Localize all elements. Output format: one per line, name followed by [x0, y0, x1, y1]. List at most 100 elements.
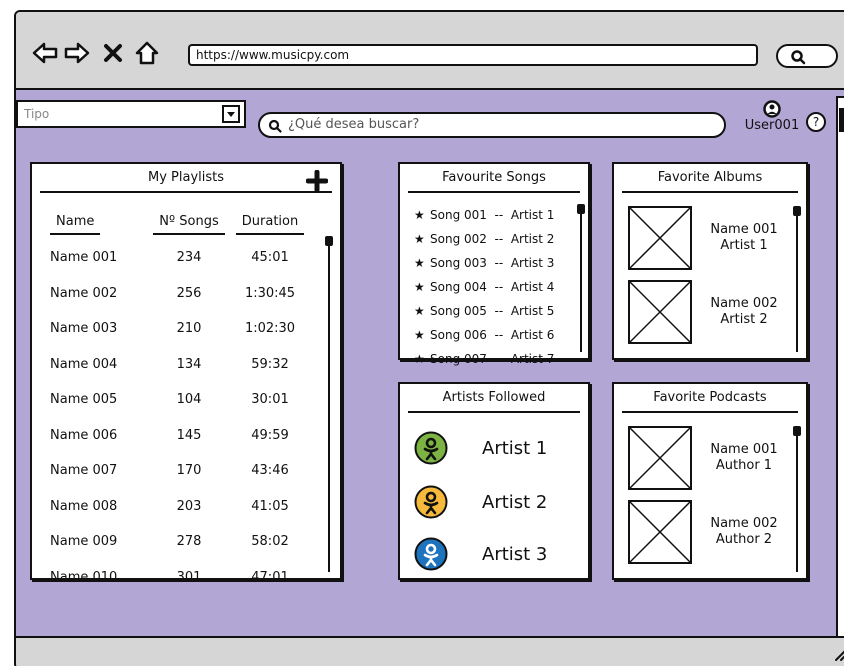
album-info[interactable]: Name 001 Artist 1	[700, 222, 788, 254]
playlist-duration: 30:01	[251, 392, 289, 408]
playlists-scrollbar-thumb[interactable]	[325, 236, 333, 246]
playlist-song-count: 203	[176, 498, 202, 514]
artists-followed-title: Artists Followed	[408, 390, 580, 413]
user-account[interactable]: User001	[742, 100, 802, 133]
playlist-song-count: 256	[176, 285, 202, 301]
help-icon[interactable]: ?	[806, 112, 826, 132]
star-icon: ★	[414, 232, 425, 246]
list-item[interactable]: Artist 2	[414, 482, 584, 522]
favourite-songs-panel: Favourite Songs ★ Song 001 -- Artist 1 ★ S…	[398, 162, 590, 366]
browser-search-button[interactable]	[776, 44, 838, 68]
list-item[interactable]: ★ Song 003 -- Artist 3	[414, 252, 582, 276]
star-icon: ★	[414, 328, 425, 342]
albums-scrollbar[interactable]	[793, 206, 801, 352]
resize-handle-icon[interactable]	[832, 646, 844, 662]
page-scrollbar-thumb[interactable]	[839, 108, 844, 132]
song-label: Song 006 -- Artist 6	[430, 328, 555, 342]
list-item[interactable]: Artist 3	[414, 534, 584, 574]
table-row[interactable]: Name 006 145 49:59	[50, 418, 312, 454]
playlist-song-count: 170	[176, 463, 202, 479]
back-arrow-icon[interactable]	[32, 40, 58, 66]
album-name: Name 001	[710, 222, 778, 237]
playlist-song-count: 134	[176, 356, 202, 372]
song-label: Song 003 -- Artist 3	[430, 256, 555, 270]
song-label: Song 007 -- Artist 7	[430, 352, 555, 366]
playlist-name: Name 003	[50, 321, 118, 337]
column-header-duration: Duration	[235, 214, 305, 235]
help-label: ?	[812, 115, 820, 129]
star-icon: ★	[414, 352, 425, 366]
playlist-name: Name 005	[50, 392, 118, 408]
dropdown-button[interactable]	[222, 105, 240, 123]
table-row[interactable]: Name 003 210 1:02:30	[50, 311, 312, 347]
star-icon: ★	[414, 208, 425, 222]
url-bar[interactable]: https://www.musicpy.com	[188, 44, 758, 66]
table-row[interactable]: Name 004 134 59:32	[50, 347, 312, 383]
table-row[interactable]: Name 002 256 1:30:45	[50, 276, 312, 312]
search-placeholder: ¿Qué desea buscar?	[288, 117, 420, 132]
list-item[interactable]: ★ Song 002 -- Artist 2	[414, 228, 582, 252]
table-row[interactable]: Name 001 234 45:01	[50, 240, 312, 276]
list-item[interactable]: Artist 1	[414, 428, 584, 468]
image-placeholder-icon	[630, 502, 690, 562]
image-placeholder-icon	[630, 428, 690, 488]
artist-name: Artist 1	[482, 437, 548, 459]
playlist-name: Name 010	[50, 569, 118, 585]
home-icon[interactable]	[134, 40, 160, 66]
playlist-song-count: 278	[176, 534, 202, 550]
playlist-name: Name 002	[50, 285, 118, 301]
podcast-info[interactable]: Name 001 Author 1	[700, 442, 788, 474]
artists-followed-panel: Artists Followed Artist 1 Artist 2 Artis…	[398, 382, 590, 580]
podcasts-scrollbar-thumb[interactable]	[793, 426, 801, 436]
favourite-songs-title: Favourite Songs	[408, 170, 580, 193]
list-item[interactable]: ★ Song 004 -- Artist 4	[414, 276, 582, 300]
song-label: Song 002 -- Artist 2	[430, 232, 555, 246]
podcasts-scrollbar[interactable]	[793, 426, 801, 572]
browser-status-bar	[16, 636, 844, 666]
albums-scrollbar-thumb[interactable]	[793, 206, 801, 216]
playlist-song-count: 301	[176, 569, 202, 585]
search-icon	[791, 50, 806, 65]
playlists-table: Name Nº Songs Duration Name 001 234 45:01 …	[50, 208, 312, 595]
star-icon: ★	[414, 280, 425, 294]
search-input[interactable]: ¿Qué desea buscar?	[258, 112, 726, 138]
song-label: Song 004 -- Artist 4	[430, 280, 555, 294]
podcast-info[interactable]: Name 002 Author 2	[700, 516, 788, 548]
user-name: User001	[744, 118, 800, 133]
column-header-name: Name	[50, 214, 101, 235]
podcast-image-placeholder[interactable]	[628, 426, 692, 490]
favorite-albums-panel: Favorite Albums Name 001 Artist 1 Name 0…	[612, 162, 808, 360]
image-placeholder-icon	[630, 208, 690, 268]
odnoklassniki-icon	[414, 537, 448, 571]
forward-arrow-icon[interactable]	[64, 40, 90, 66]
table-row[interactable]: Name 008 203 41:05	[50, 489, 312, 525]
search-icon	[268, 119, 282, 133]
songs-scrollbar-thumb[interactable]	[577, 204, 585, 214]
add-playlist-icon[interactable]	[306, 170, 328, 192]
playlist-duration: 49:59	[251, 427, 289, 443]
list-item[interactable]: ★ Song 005 -- Artist 5	[414, 300, 582, 324]
browser-toolbar: https://www.musicpy.com	[16, 12, 844, 90]
album-image-placeholder[interactable]	[628, 280, 692, 344]
table-row[interactable]: Name 009 278 58:02	[50, 524, 312, 560]
playlist-name: Name 008	[50, 498, 118, 514]
playlists-scrollbar[interactable]	[325, 236, 333, 572]
favorite-podcasts-title: Favorite Podcasts	[622, 390, 798, 413]
songs-scrollbar[interactable]	[577, 204, 585, 352]
page-scrollbar[interactable]	[836, 96, 844, 638]
table-row[interactable]: Name 007 170 43:46	[50, 453, 312, 489]
table-row[interactable]: Name 005 104 30:01	[50, 382, 312, 418]
tipo-select[interactable]: Tipo	[16, 100, 246, 128]
album-image-placeholder[interactable]	[628, 206, 692, 270]
close-icon[interactable]	[102, 40, 124, 66]
podcast-image-placeholder[interactable]	[628, 500, 692, 564]
table-row[interactable]: Name 010 301 47:01	[50, 560, 312, 596]
podcast-author: Author 1	[715, 458, 773, 473]
list-item[interactable]: ★ Song 006 -- Artist 6	[414, 324, 582, 348]
album-info[interactable]: Name 002 Artist 2	[700, 296, 788, 328]
list-item[interactable]: ★ Song 001 -- Artist 1	[414, 204, 582, 228]
list-item[interactable]: ★ Song 007 -- Artist 7	[414, 348, 582, 372]
podcast-name: Name 001	[710, 442, 778, 457]
album-name: Name 002	[710, 296, 778, 311]
playlist-name: Name 009	[50, 534, 118, 550]
